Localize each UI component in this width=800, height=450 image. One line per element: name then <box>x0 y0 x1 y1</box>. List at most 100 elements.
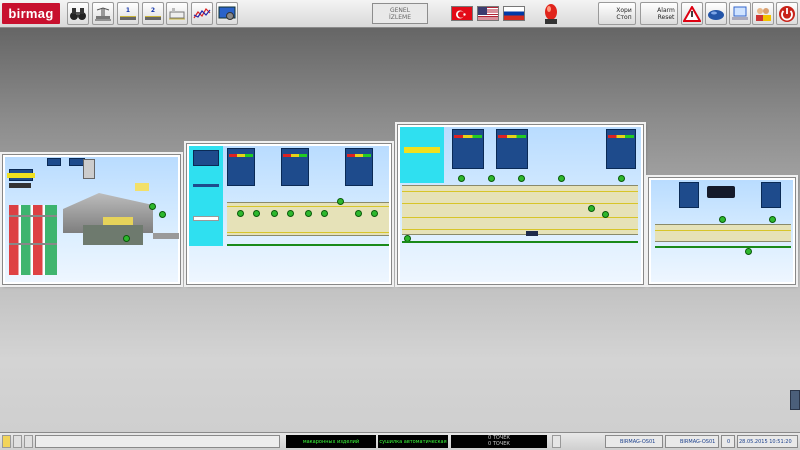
motor-indicator <box>371 210 378 217</box>
birmag-logo[interactable]: birmag <box>2 3 60 24</box>
mouse-icon <box>708 9 724 20</box>
conveyor-line <box>402 203 638 204</box>
motor-indicator <box>149 203 156 210</box>
conveyor-line <box>227 206 389 207</box>
line-2-icon <box>145 16 161 20</box>
warning-button[interactable] <box>681 2 703 25</box>
conveyor-line <box>402 191 638 192</box>
motor-indicator <box>488 175 495 182</box>
motor-indicator <box>719 216 726 223</box>
motor-indicator <box>321 210 328 217</box>
line-1-label: 1 <box>125 7 131 14</box>
product-text: макаронных изделий <box>302 438 360 445</box>
mouse-button[interactable] <box>705 2 727 25</box>
monitor-settings-button[interactable] <box>216 2 238 25</box>
hopper <box>103 217 133 225</box>
overview-line2: İZLEME <box>389 13 411 21</box>
status-indicator <box>7 173 35 178</box>
lock-icon[interactable] <box>2 435 11 448</box>
line-2-label: 2 <box>150 7 156 14</box>
alarm-point-counter: 0 ТОЧЕК 0 ТОЧЕК <box>451 435 547 448</box>
led-row <box>347 154 371 157</box>
storage-button[interactable] <box>166 2 188 25</box>
us-flag-icon[interactable] <box>477 6 499 21</box>
datetime-value: 28.05.2015 10:51:20 <box>739 438 792 445</box>
line-1-icon <box>120 16 136 20</box>
motor-indicator <box>745 248 752 255</box>
divider <box>9 215 57 217</box>
led-row <box>498 135 526 138</box>
network-button[interactable] <box>729 2 751 25</box>
motor-indicator <box>271 210 278 217</box>
station-1-name: BIRMAG-OS01 <box>620 438 656 445</box>
led-row <box>283 154 307 157</box>
dryer-line <box>402 185 638 235</box>
side-info-panel <box>400 127 444 183</box>
input-field <box>193 216 219 221</box>
press-base <box>83 225 143 245</box>
warning-triangle-icon <box>683 5 701 22</box>
motor-indicator <box>305 210 312 217</box>
users-button[interactable] <box>752 2 774 25</box>
press-machine-button[interactable] <box>92 2 114 25</box>
trend-chart-icon <box>193 7 211 18</box>
emergency-stop-button[interactable]: Хори Стоп <box>598 2 636 25</box>
conveyor-line <box>227 232 389 233</box>
tank <box>135 183 149 191</box>
alarm-list-icon[interactable] <box>552 435 561 448</box>
control-panel <box>761 182 781 208</box>
power-button[interactable] <box>776 2 798 25</box>
line-2-overview-screen[interactable] <box>397 124 644 285</box>
divider <box>9 243 57 245</box>
stop-label-2: Стоп <box>616 13 632 21</box>
alarm-beacon-icon[interactable] <box>541 1 561 27</box>
power-icon <box>779 5 795 22</box>
motor-indicator <box>123 235 130 242</box>
station-1: BIRMAG-OS01 <box>605 435 663 448</box>
product-flow-line <box>655 246 791 248</box>
alarm-reset-label-1: Alarm <box>657 6 675 14</box>
mode-status: сушилка автоматическая <box>378 435 448 448</box>
storage-line <box>655 224 791 242</box>
trend-button[interactable] <box>191 2 213 25</box>
motor-indicator <box>458 175 465 182</box>
line-1-button[interactable]: 1 <box>117 2 139 25</box>
dryer-line <box>227 202 389 236</box>
conveyor <box>153 233 179 239</box>
motor-indicator <box>253 210 260 217</box>
motor-indicator <box>355 210 362 217</box>
stop-label-1: Хори <box>616 6 632 14</box>
station-2: BIRMAG-OS01 <box>665 435 719 448</box>
status-indicator <box>9 183 31 188</box>
storage-overview-screen[interactable] <box>648 177 796 285</box>
line-2-button[interactable]: 2 <box>142 2 164 25</box>
network-computer-icon <box>732 6 748 20</box>
silo <box>83 159 95 179</box>
product-flow-line <box>227 244 389 246</box>
press-machine-icon <box>95 6 111 20</box>
document-icon[interactable] <box>13 435 22 448</box>
side-dock-icon[interactable] <box>790 390 800 410</box>
motor-indicator <box>769 216 776 223</box>
motor-indicator <box>618 175 625 182</box>
storage-silo-icon <box>169 7 185 19</box>
led-row <box>454 135 482 138</box>
press-overview-screen[interactable] <box>2 154 181 285</box>
russian-flag-icon[interactable] <box>503 6 525 21</box>
print-icon[interactable] <box>24 435 33 448</box>
control-panel <box>193 150 219 166</box>
motor-indicator <box>518 175 525 182</box>
overview-line1: GENEL <box>389 6 411 14</box>
alarm-reset-button[interactable]: Alarm Reset <box>640 2 678 25</box>
users-icon <box>756 7 771 21</box>
cart <box>526 231 538 236</box>
monitor-gear-icon <box>218 6 236 20</box>
mode-text: сушилка автоматическая <box>379 438 447 445</box>
control-panel <box>679 182 699 208</box>
line-1-overview-screen[interactable] <box>186 143 392 285</box>
turkish-flag-icon[interactable] <box>451 6 473 21</box>
station-2-name: BIRMAG-OS01 <box>680 438 716 445</box>
led-row <box>608 135 634 138</box>
binoculars-button[interactable] <box>67 2 89 25</box>
overview-title: GENEL İZLEME <box>372 3 428 24</box>
